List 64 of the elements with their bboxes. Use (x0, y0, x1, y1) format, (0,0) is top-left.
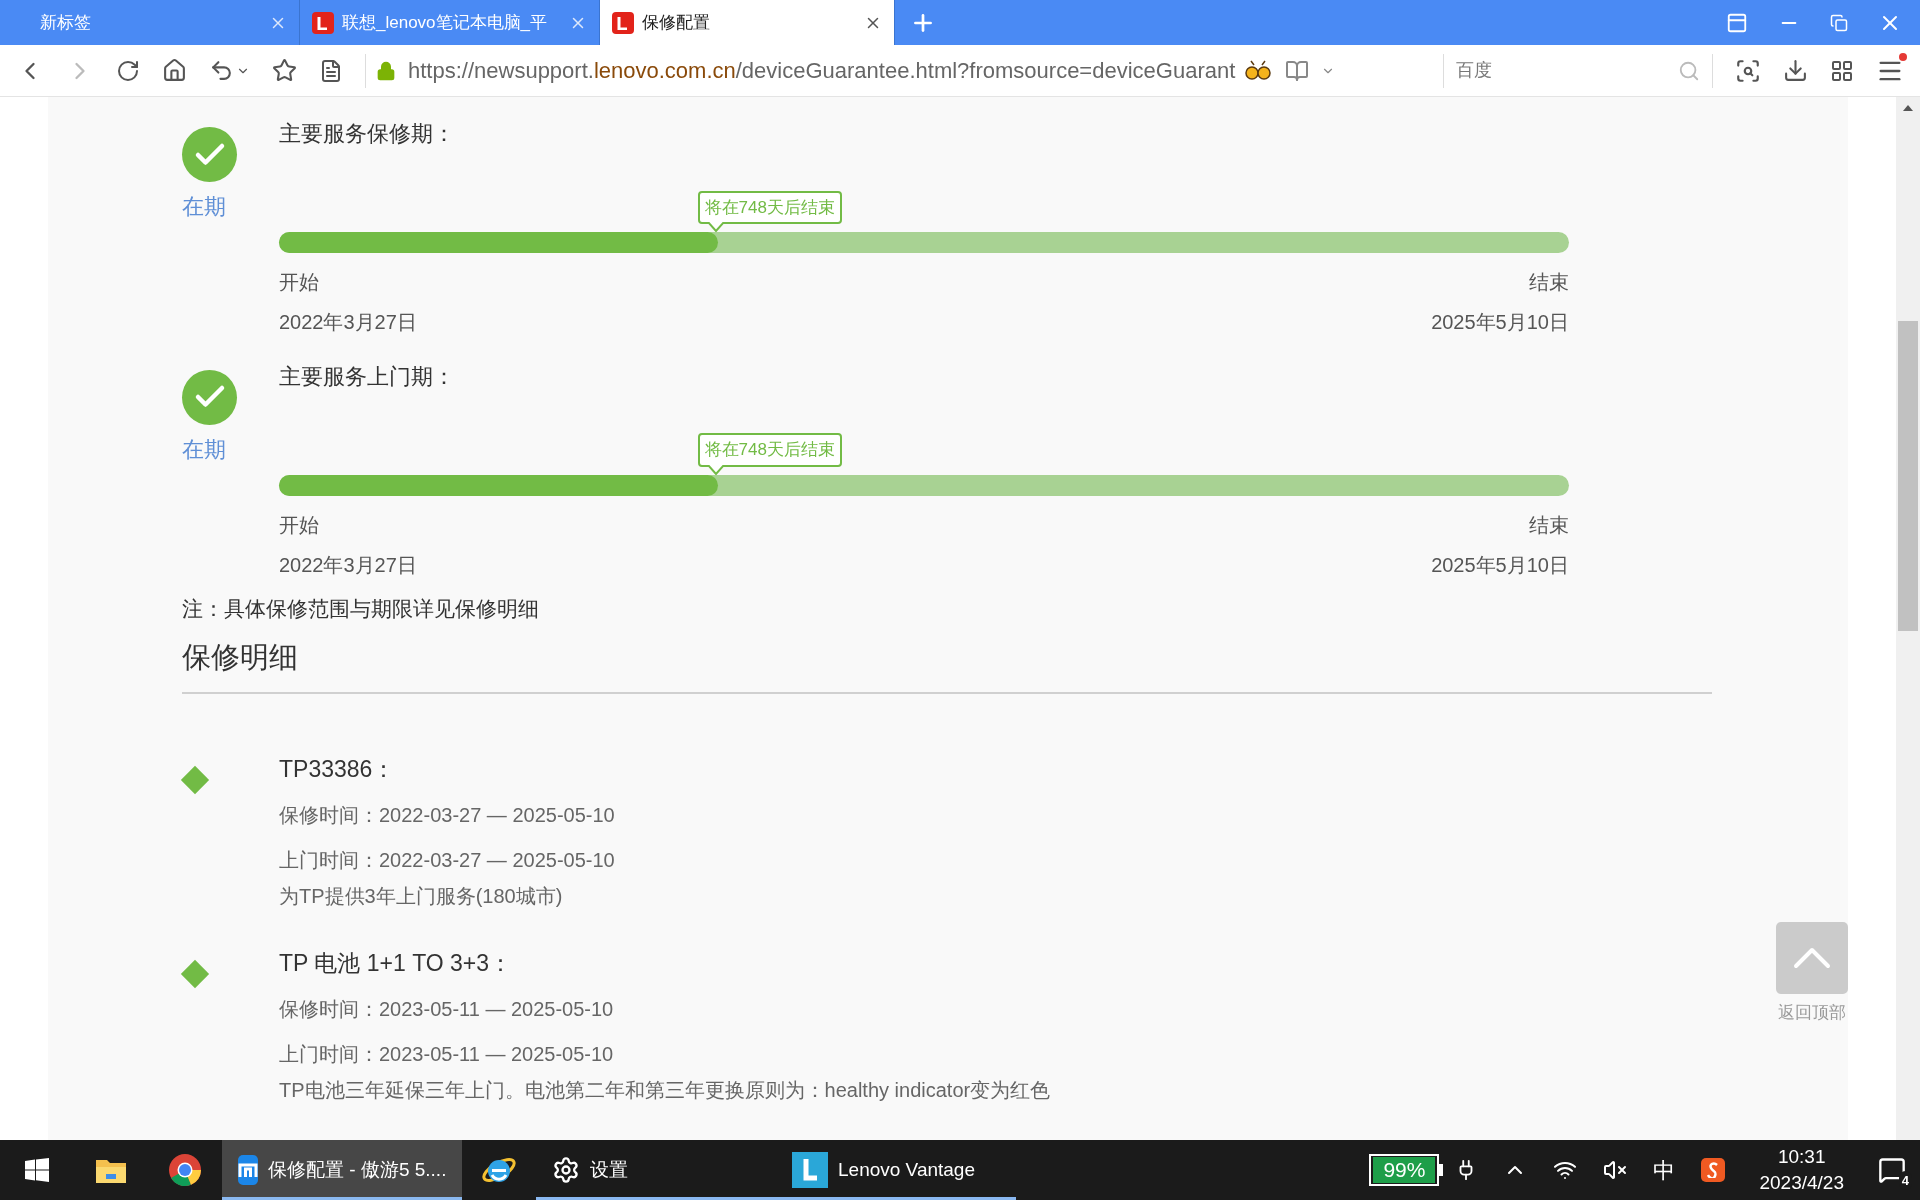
start-label: 开始 (279, 512, 319, 538)
taskbar-button[interactable]: Lenovo Vantage (776, 1140, 1016, 1200)
start-date: 2022年3月27日 (279, 310, 417, 335)
note-text: 注：具体保修范围与期限详见保修明细 (182, 595, 540, 622)
apps-icon[interactable] (1830, 58, 1854, 83)
sogou-logo-icon[interactable] (1701, 1158, 1726, 1182)
taskbar-label: 保修配置 - 傲游5 5.... (268, 1157, 447, 1182)
onsite-period-text: 上门时间：2023-05-11 — 2025-05-10 (279, 1041, 615, 1067)
item-description: 为TP提供3年上门服务(180城市) (279, 883, 564, 909)
browser-tab[interactable]: 保修配置 (600, 0, 895, 45)
chrome-logo-icon (168, 1153, 202, 1187)
reload-icon[interactable] (116, 58, 140, 83)
warranty-period-text: 保修时间：2023-05-11 — 2025-05-10 (279, 996, 615, 1022)
taskbar-label: 设置 (590, 1157, 628, 1182)
bee-icon[interactable] (1245, 59, 1272, 82)
search-field[interactable]: 百度 (1456, 57, 1678, 84)
lock-icon (376, 60, 396, 81)
magnifier-icon[interactable] (1735, 57, 1761, 84)
clock-time[interactable]: 10:31 (1777, 1144, 1826, 1170)
item-title: TP33386： (279, 754, 397, 784)
tab-title: 新标签 (40, 11, 92, 34)
back-to-top-label: 返回顶部 (1778, 1002, 1846, 1024)
undo-icon[interactable] (209, 58, 234, 83)
mute-speaker-icon[interactable] (1603, 1158, 1628, 1182)
tooltip-pointer (707, 222, 724, 232)
taskbar-label: Lenovo Vantage (838, 1157, 975, 1182)
sidebar-toggle-icon[interactable] (1726, 11, 1748, 34)
reader-mode-icon[interactable] (1285, 58, 1310, 83)
warranty-period-text: 保修时间：2022-03-27 — 2025-05-10 (279, 802, 615, 828)
end-date: 2025年5月10日 (1431, 310, 1569, 335)
tab-title: 联想_lenovo笔记本电脑_平 (342, 11, 548, 34)
status-label: 在期 (182, 435, 226, 464)
input-method-indicator[interactable]: 中 (1653, 1153, 1676, 1187)
end-date: 2025年5月10日 (1431, 552, 1569, 578)
start-date: 2022年3月27日 (279, 552, 417, 578)
favorite-star-icon[interactable] (272, 58, 297, 83)
onsite-period-text: 上门时间：2022-03-27 — 2025-05-10 (279, 847, 615, 873)
section-heading: 保修明细 (182, 640, 299, 676)
period-title: 主要服务保修期： (279, 120, 456, 148)
url-text: https://newsupport.lenovo.com.cn/deviceGuarantee.html?fromsource=deviceGuarant (408, 57, 1236, 85)
tooltip-pointer (707, 464, 724, 475)
windows-logo-icon (25, 1158, 49, 1182)
download-icon[interactable] (1783, 58, 1808, 83)
start-label: 开始 (279, 270, 319, 295)
end-label: 结束 (1529, 512, 1569, 538)
gear-icon (552, 1156, 580, 1184)
scrollbar[interactable] (1896, 97, 1920, 1140)
scroll-up-arrow-icon[interactable] (1903, 105, 1913, 111)
restore-icon[interactable] (1830, 13, 1848, 32)
clock-date[interactable]: 2023/4/23 (1759, 1170, 1844, 1196)
item-description: TP电池三年延保三年上门。电池第二年和第三年更换原则为：healthy indicator变为红色 (279, 1077, 1051, 1103)
home-icon[interactable] (162, 58, 187, 83)
status-label: 在期 (182, 193, 226, 221)
period-title: 主要服务上门期： (279, 362, 456, 391)
taskbar-button[interactable]: 保修配置 - 傲游5 5.... (222, 1140, 462, 1200)
notes-icon[interactable] (319, 58, 343, 83)
address-bar[interactable]: https://newsupport.lenovo.com.cn/deviceGuarantee.html?fromsource=deviceGuarant (365, 53, 1421, 88)
taskbar-button[interactable]: 设置 (536, 1140, 776, 1200)
tab-title: 保修配置 (642, 11, 711, 34)
vantage-logo-icon (792, 1152, 828, 1188)
maxthon-logo-icon (238, 1155, 258, 1185)
scrollbar-thumb[interactable] (1898, 321, 1918, 631)
item-title: TP 电池 1+1 TO 3+3： (279, 948, 514, 978)
end-label: 结束 (1529, 270, 1569, 295)
